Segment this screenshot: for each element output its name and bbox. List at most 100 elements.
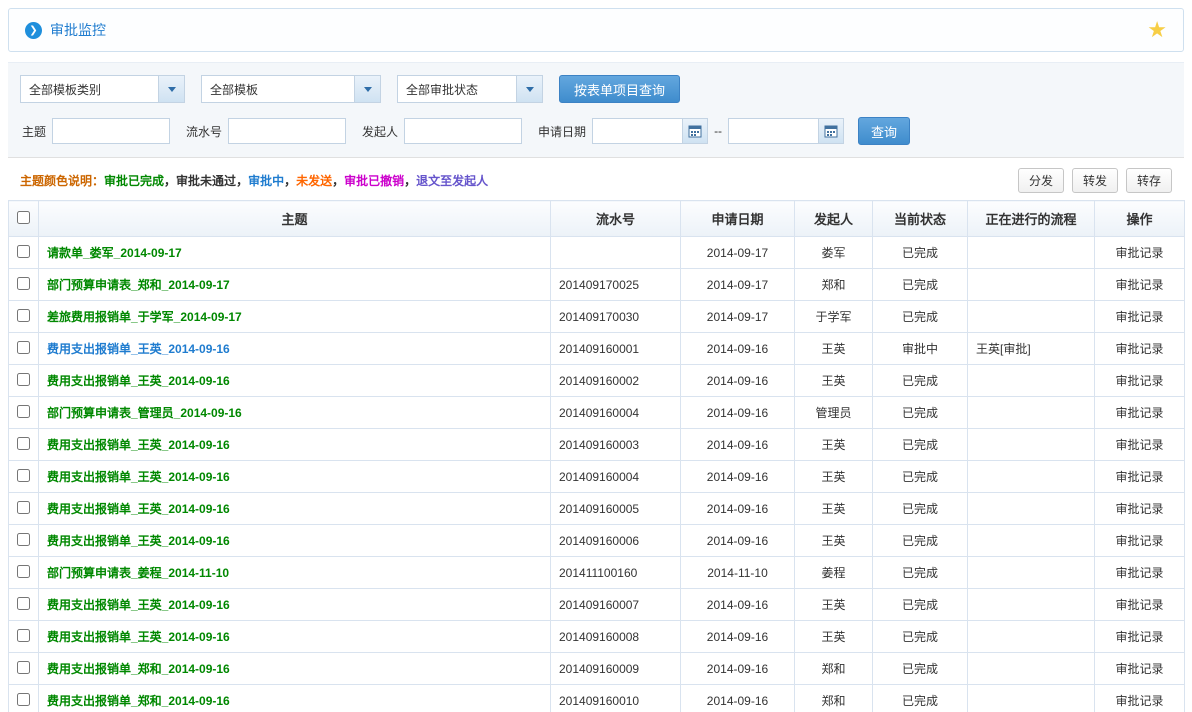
row-checkbox[interactable] (17, 629, 30, 642)
date-cell: 2014-09-16 (681, 589, 795, 621)
row-checkbox[interactable] (17, 341, 30, 354)
table-row: 部门预算申请表_郑和_2014-09-172014091700252014-09… (9, 269, 1185, 301)
date-cell: 2014-09-17 (681, 237, 795, 269)
action-cell: 审批记录 (1095, 621, 1185, 653)
row-checkbox[interactable] (17, 565, 30, 578)
subject-link[interactable]: 费用支出报销单_郑和_2014-09-16 (47, 694, 230, 708)
initiator-cell: 郑和 (795, 685, 873, 712)
page: ❯ 审批监控 ★ 全部模板类别 全部模板 全部审批状态 按表单项目查询 主题 流… (0, 0, 1192, 712)
row-checkbox[interactable] (17, 469, 30, 482)
row-checkbox-cell (9, 269, 39, 301)
legend-items: 审批已完成，审批未通过，审批中，未发送，审批已撤销，退文至发起人 (104, 174, 488, 188)
filter-row-dropdowns: 全部模板类别 全部模板 全部审批状态 按表单项目查询 (20, 75, 1172, 103)
serial-label: 流水号 (186, 123, 222, 140)
process-cell: 王英[审批] (968, 333, 1095, 365)
approval-record-link[interactable]: 审批记录 (1115, 342, 1163, 356)
subject-link[interactable]: 费用支出报销单_王英_2014-09-16 (47, 470, 230, 484)
row-checkbox[interactable] (17, 501, 30, 514)
subject-cell: 部门预算申请表_管理员_2014-09-16 (39, 397, 551, 429)
subject-link[interactable]: 差旅费用报销单_于学军_2014-09-17 (47, 310, 242, 324)
title-bar: ❯ 审批监控 ★ (8, 8, 1184, 52)
row-checkbox-cell (9, 557, 39, 589)
action-button-转存[interactable]: 转存 (1126, 168, 1172, 193)
approval-record-link[interactable]: 审批记录 (1115, 374, 1163, 388)
approval-record-link[interactable]: 审批记录 (1115, 598, 1163, 612)
approval-record-link[interactable]: 审批记录 (1115, 502, 1163, 516)
subject-link[interactable]: 请款单_娄军_2014-09-17 (47, 246, 182, 260)
subject-link[interactable]: 部门预算申请表_郑和_2014-09-17 (47, 278, 230, 292)
subject-link[interactable]: 费用支出报销单_王英_2014-09-16 (47, 438, 230, 452)
row-checkbox-cell (9, 237, 39, 269)
row-checkbox[interactable] (17, 437, 30, 450)
approval-record-link[interactable]: 审批记录 (1115, 470, 1163, 484)
row-checkbox[interactable] (17, 533, 30, 546)
legend-row: 主题颜色说明：审批已完成，审批未通过，审批中，未发送，审批已撤销，退文至发起人 … (8, 158, 1184, 200)
chevron-down-icon[interactable] (354, 76, 380, 102)
row-checkbox[interactable] (17, 405, 30, 418)
subject-link[interactable]: 费用支出报销单_王英_2014-09-16 (47, 342, 230, 356)
date-cell: 2014-09-17 (681, 301, 795, 333)
initiator-cell: 郑和 (795, 269, 873, 301)
row-checkbox[interactable] (17, 245, 30, 258)
approval-record-link[interactable]: 审批记录 (1115, 694, 1163, 708)
subject-link[interactable]: 费用支出报销单_王英_2014-09-16 (47, 534, 230, 548)
action-button-转发[interactable]: 转发 (1072, 168, 1118, 193)
subject-link[interactable]: 费用支出报销单_王英_2014-09-16 (47, 598, 230, 612)
serial-cell: 201411100160 (551, 557, 681, 589)
row-checkbox[interactable] (17, 693, 30, 706)
subject-input[interactable] (52, 118, 170, 144)
approval-record-link[interactable]: 审批记录 (1115, 566, 1163, 580)
date-to-input[interactable] (728, 118, 818, 144)
serial-cell: 201409160003 (551, 429, 681, 461)
subject-link[interactable]: 部门预算申请表_管理员_2014-09-16 (47, 406, 242, 420)
table-body: 请款单_娄军_2014-09-172014-09-17娄军已完成审批记录部门预算… (9, 237, 1185, 712)
date-from-input[interactable] (592, 118, 682, 144)
chevron-down-icon[interactable] (516, 76, 542, 102)
search-button[interactable]: 查询 (858, 117, 910, 145)
initiator-cell: 王英 (795, 525, 873, 557)
action-button-分发[interactable]: 分发 (1018, 168, 1064, 193)
approval-record-link[interactable]: 审批记录 (1115, 630, 1163, 644)
approval-record-link[interactable]: 审批记录 (1115, 438, 1163, 452)
subject-cell: 请款单_娄军_2014-09-17 (39, 237, 551, 269)
form-item-query-button[interactable]: 按表单项目查询 (559, 75, 680, 103)
chevron-down-icon[interactable] (158, 76, 184, 102)
template-category-value: 全部模板类别 (21, 76, 158, 102)
date-cell: 2014-09-16 (681, 653, 795, 685)
table-row: 费用支出报销单_王英_2014-09-162014091600062014-09… (9, 525, 1185, 557)
template-dropdown[interactable]: 全部模板 (201, 75, 381, 103)
serial-cell: 201409160007 (551, 589, 681, 621)
subject-link[interactable]: 部门预算申请表_姜程_2014-11-10 (47, 566, 229, 580)
subject-link[interactable]: 费用支出报销单_郑和_2014-09-16 (47, 662, 230, 676)
approval-record-link[interactable]: 审批记录 (1115, 662, 1163, 676)
row-checkbox[interactable] (17, 597, 30, 610)
approval-record-link[interactable]: 审批记录 (1115, 406, 1163, 420)
subject-link[interactable]: 费用支出报销单_王英_2014-09-16 (47, 374, 230, 388)
row-checkbox[interactable] (17, 277, 30, 290)
favorite-star-icon[interactable]: ★ (1147, 19, 1167, 41)
calendar-icon[interactable] (682, 118, 708, 144)
template-category-dropdown[interactable]: 全部模板类别 (20, 75, 185, 103)
status-cell: 已完成 (873, 365, 968, 397)
approval-record-link[interactable]: 审批记录 (1115, 278, 1163, 292)
legend-text: 主题颜色说明：审批已完成，审批未通过，审批中，未发送，审批已撤销，退文至发起人 (20, 172, 488, 189)
subject-label: 主题 (22, 123, 46, 140)
subject-link[interactable]: 费用支出报销单_王英_2014-09-16 (47, 630, 230, 644)
serial-cell: 201409160006 (551, 525, 681, 557)
select-all-checkbox[interactable] (17, 211, 30, 224)
approval-status-dropdown[interactable]: 全部审批状态 (397, 75, 543, 103)
row-checkbox[interactable] (17, 661, 30, 674)
row-checkbox[interactable] (17, 309, 30, 322)
subject-link[interactable]: 费用支出报销单_王英_2014-09-16 (47, 502, 230, 516)
approval-record-link[interactable]: 审批记录 (1115, 534, 1163, 548)
process-cell (968, 461, 1095, 493)
subject-cell: 费用支出报销单_王英_2014-09-16 (39, 589, 551, 621)
approval-record-link[interactable]: 审批记录 (1115, 310, 1163, 324)
approval-record-link[interactable]: 审批记录 (1115, 246, 1163, 260)
legend-separator: ， (404, 174, 416, 188)
calendar-icon[interactable] (818, 118, 844, 144)
subject-cell: 费用支出报销单_王英_2014-09-16 (39, 429, 551, 461)
serial-input[interactable] (228, 118, 346, 144)
row-checkbox[interactable] (17, 373, 30, 386)
initiator-input[interactable] (404, 118, 522, 144)
